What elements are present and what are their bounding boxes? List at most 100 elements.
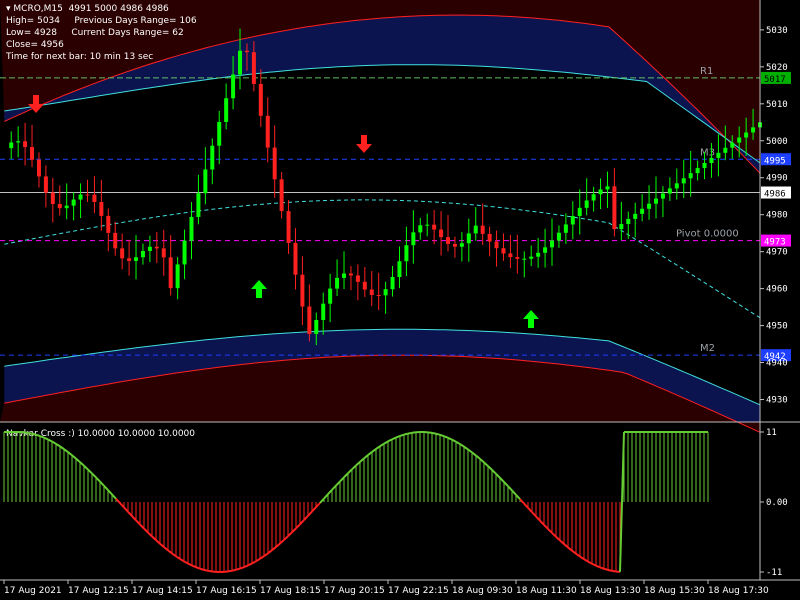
oscillator-curve-segment — [511, 489, 517, 496]
oscillator-curve-segment — [407, 431, 413, 435]
candle-body — [480, 225, 485, 234]
oscillator-curve-segment — [187, 562, 193, 567]
level-label-m2: M2 — [700, 343, 715, 354]
y-tick-label: 5020 — [766, 63, 788, 73]
candle-body — [591, 194, 596, 201]
oscillator-curve-segment — [367, 451, 373, 456]
oscillator-curve-segment — [599, 566, 605, 570]
candle-body — [348, 273, 353, 276]
oscillator-curve-segment — [539, 520, 545, 526]
candle-body — [210, 145, 215, 170]
oscillator-curve-segment — [387, 438, 393, 443]
oscillator-curve-segment — [275, 542, 281, 548]
candle-body — [113, 232, 118, 249]
oscillator-curve-segment — [515, 494, 521, 500]
oscillator-curve-segment — [607, 568, 613, 572]
oscillator-curve-segment — [619, 431, 625, 572]
oscillator-curve-segment — [439, 433, 445, 438]
candle-body — [660, 193, 665, 199]
oscillator-curve-segment — [395, 435, 401, 439]
oscillator-curve-segment — [431, 431, 437, 435]
candle-body — [633, 213, 638, 219]
oscillator-curve-segment — [47, 438, 53, 443]
oscillator-curve-segment — [375, 445, 381, 450]
candle-body — [695, 168, 700, 174]
oscillator-curve-segment — [339, 476, 345, 483]
candle-body — [321, 303, 326, 321]
candle-body — [466, 233, 471, 244]
candle-body — [64, 205, 69, 209]
candle-body — [647, 203, 652, 209]
oscillator-curve-segment — [555, 536, 561, 542]
candle-body — [161, 248, 166, 258]
candle-body — [286, 211, 291, 243]
candle-body — [71, 199, 76, 206]
oscillator-curve-segment — [435, 432, 441, 436]
oscillator-curve-segment — [263, 552, 269, 557]
candle-body — [30, 147, 35, 160]
candle-body — [106, 215, 111, 233]
candle-body — [196, 193, 201, 217]
oscillator-curve-segment — [471, 451, 477, 457]
oscillator-curve-segment — [543, 524, 549, 530]
y-tick-label: 4950 — [766, 322, 788, 332]
oscillator-curve-segment — [247, 562, 253, 567]
candle-body — [404, 245, 409, 262]
oscillator-curve-segment — [575, 552, 581, 558]
candle-body — [78, 194, 83, 200]
x-tick-label: 17 Aug 18:15 — [260, 586, 321, 596]
candle-body — [508, 253, 513, 258]
oscillator-curve-segment — [323, 493, 329, 500]
oscillator-curve-segment — [63, 448, 69, 453]
oscillator-curve-segment — [115, 498, 121, 504]
level-label-m3: M3 — [700, 147, 715, 158]
oscillator-curve-segment — [535, 515, 541, 522]
candle-body — [709, 157, 714, 163]
price-tag-pivot: 4973 — [764, 238, 786, 248]
oscillator-curve-segment — [519, 498, 525, 505]
oscillator-curve-segment — [227, 569, 233, 573]
oscillator-curve-segment — [35, 433, 41, 437]
oscillator-curve-segment — [331, 484, 337, 491]
candle-body — [43, 176, 48, 193]
oscillator-curve-segment — [67, 451, 73, 457]
candle-body — [99, 202, 104, 216]
candle-body — [446, 237, 451, 244]
candle-body — [563, 224, 568, 233]
y-tick-label: 4960 — [766, 285, 788, 295]
candle-body — [57, 203, 62, 209]
oscillator-curve-segment — [363, 454, 369, 460]
oscillator-curve-segment — [479, 458, 485, 464]
candle-body — [688, 173, 693, 179]
chart-canvas[interactable]: R15017M34995Pivot 0.00004973M24942498650… — [0, 0, 800, 600]
oscillator-curve-segment — [87, 468, 93, 475]
candle-body — [92, 194, 97, 203]
oscillator-curve-segment — [171, 552, 177, 558]
oscillator-curve-segment — [551, 532, 557, 538]
candle-body — [362, 281, 367, 290]
oscillator-curve-segment — [611, 569, 617, 573]
candle-body — [605, 186, 610, 190]
candle-body — [626, 218, 631, 225]
oscillator-curve-segment — [547, 528, 553, 534]
oscillator-curve-segment — [79, 461, 85, 467]
oscillator-curve-segment — [411, 431, 417, 434]
oscillator-curve-segment — [459, 443, 465, 448]
price-tag-r1: 5017 — [764, 75, 786, 85]
oscillator-curve-segment — [307, 510, 313, 517]
oscillator-curve-segment — [59, 445, 65, 450]
oscillator-curve-segment — [167, 549, 173, 555]
candle-body — [529, 256, 534, 259]
candle-body — [556, 232, 561, 241]
y-tick-label: 5030 — [766, 26, 788, 36]
candle-body — [36, 159, 41, 177]
price-tag-m3: 4995 — [764, 156, 786, 166]
oscillator-curve-segment — [587, 560, 593, 565]
y-tick-label: 4940 — [766, 359, 788, 369]
candle-body — [258, 83, 263, 116]
candle-body — [570, 215, 575, 225]
oscillator-curve-segment — [111, 493, 117, 500]
candle-body — [314, 320, 319, 335]
osc-y-tick-label: 11 — [766, 428, 777, 438]
oscillator-curve-segment — [455, 440, 461, 445]
